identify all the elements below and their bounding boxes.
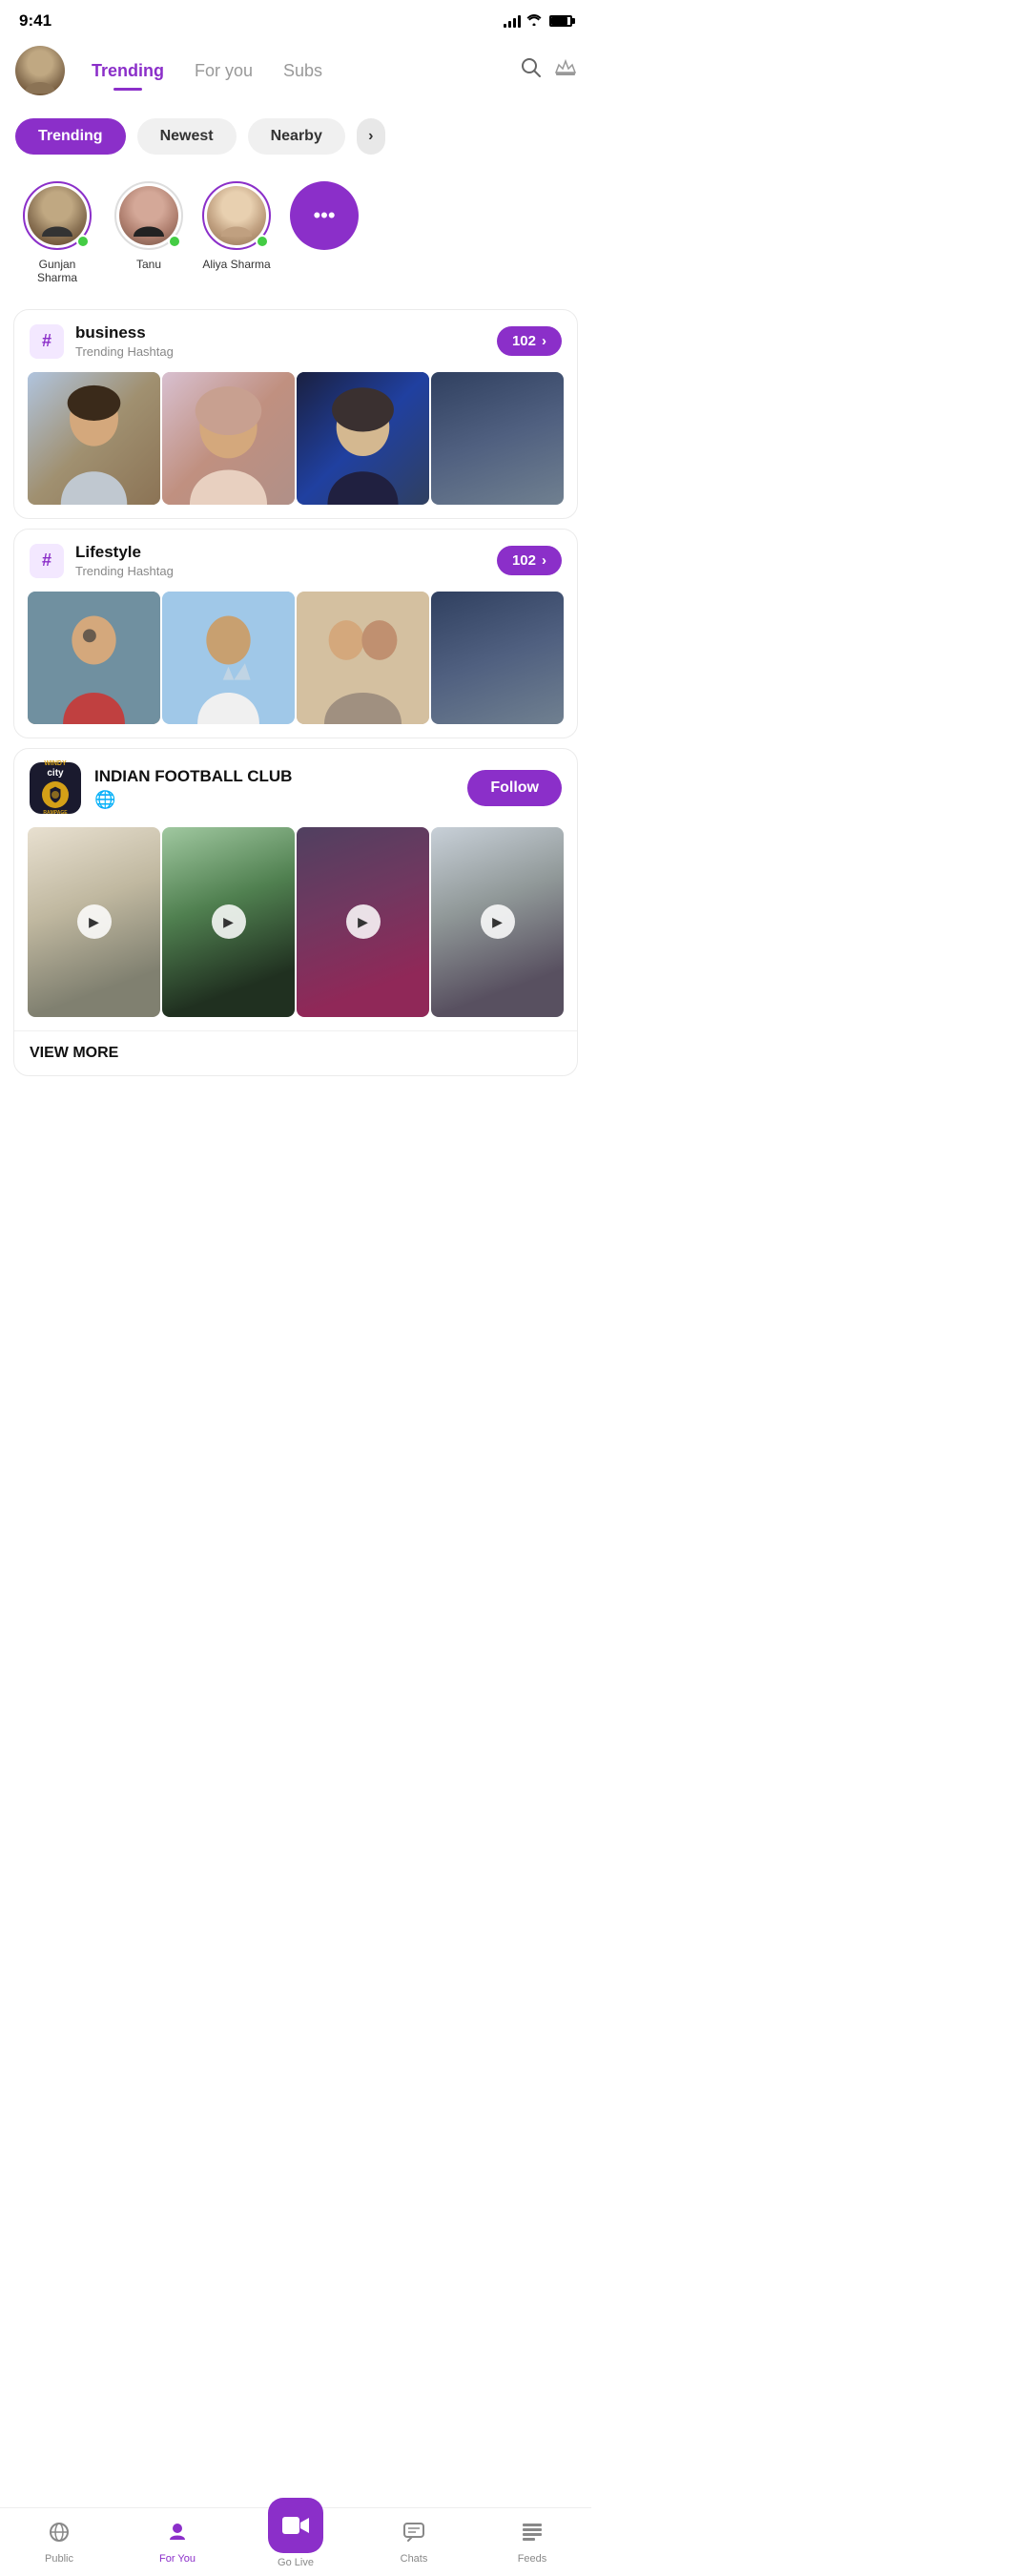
story-avatar-wrap-3 xyxy=(202,181,271,250)
status-bar: 9:41 xyxy=(0,0,591,38)
nav-feeds[interactable]: Feeds xyxy=(473,2513,591,2572)
hashtag-img-4[interactable] xyxy=(431,372,564,505)
view-more-row[interactable]: VIEW MORE xyxy=(14,1030,577,1075)
online-dot-3 xyxy=(256,235,269,248)
club-video-3[interactable]: ▶ xyxy=(297,827,429,1017)
club-card: WINDY city RAMPAGE INDIAN FOOTBALL CLUB … xyxy=(13,748,578,1076)
filter-row: Trending Newest Nearby › xyxy=(0,107,591,166)
story-name-2: Tanu xyxy=(136,258,161,271)
status-icons xyxy=(504,14,572,29)
avatar-image xyxy=(15,46,65,95)
hashtag-sub-business: Trending Hashtag xyxy=(75,344,485,359)
hashtag-images-business xyxy=(14,372,577,518)
bottom-nav: Public For You Go Live Cha xyxy=(0,2507,591,2576)
club-name: INDIAN FOOTBALL CLUB xyxy=(94,767,454,786)
hashtag-info-lifestyle: Lifestyle Trending Hashtag xyxy=(75,543,485,578)
story-more[interactable]: ••• xyxy=(290,181,359,258)
story-item[interactable]: Tanu xyxy=(114,181,183,271)
club-header: WINDY city RAMPAGE INDIAN FOOTBALL CLUB … xyxy=(14,749,577,827)
hashtag-images-lifestyle xyxy=(14,592,577,737)
logo-line3: RAMPAGE xyxy=(43,810,67,816)
filter-newest[interactable]: Newest xyxy=(137,118,237,155)
hashtag-count-btn-business[interactable]: 102 › xyxy=(497,326,562,356)
tab-trending[interactable]: Trending xyxy=(76,55,179,87)
story-more-btn[interactable]: ••• xyxy=(290,181,359,250)
hashtag-img-1[interactable] xyxy=(28,372,160,505)
club-video-2[interactable]: ▶ xyxy=(162,827,295,1017)
club-videos: ▶ ▶ ▶ ▶ xyxy=(14,827,577,1030)
hashtag-name-business: business xyxy=(75,323,485,343)
play-button-4[interactable]: ▶ xyxy=(481,904,515,939)
play-button-3[interactable]: ▶ xyxy=(346,904,381,939)
view-more-label: VIEW MORE xyxy=(30,1045,118,1061)
story-name-1: Gunjan Sharma xyxy=(19,258,95,284)
feeds-icon xyxy=(521,2521,544,2549)
user-avatar[interactable] xyxy=(15,46,65,95)
lifestyle-img-1[interactable] xyxy=(28,592,160,724)
club-logo: WINDY city RAMPAGE xyxy=(30,762,81,814)
club-info: INDIAN FOOTBALL CLUB 🌐 xyxy=(94,767,454,810)
play-button-2[interactable]: ▶ xyxy=(212,904,246,939)
filter-trending[interactable]: Trending xyxy=(15,118,126,155)
story-avatar-wrap-1 xyxy=(23,181,92,250)
public-icon xyxy=(48,2521,71,2549)
nav-for-you-label: For You xyxy=(159,2553,196,2565)
wifi-icon xyxy=(526,14,542,29)
hash-icon-business: # xyxy=(30,324,64,359)
nav-public[interactable]: Public xyxy=(0,2513,118,2572)
filter-more[interactable]: › xyxy=(357,118,385,155)
lifestyle-img-2[interactable] xyxy=(162,592,295,724)
status-time: 9:41 xyxy=(19,11,52,31)
logo-line1: WINDY xyxy=(44,760,66,768)
nav-feeds-label: Feeds xyxy=(518,2553,547,2565)
online-dot-1 xyxy=(76,235,90,248)
club-video-1[interactable]: ▶ xyxy=(28,827,160,1017)
battery-icon xyxy=(549,15,572,27)
hashtag-img-2[interactable] xyxy=(162,372,295,505)
chats-icon xyxy=(402,2521,425,2549)
search-icon[interactable] xyxy=(521,57,542,84)
nav-chats-label: Chats xyxy=(401,2553,428,2565)
hashtag-card-business: # business Trending Hashtag 102 › xyxy=(13,309,578,519)
nav-tabs: Trending For you Subs xyxy=(76,55,509,87)
hashtag-header-business: # business Trending Hashtag 102 › xyxy=(14,310,577,372)
story-item[interactable]: Gunjan Sharma xyxy=(19,181,95,284)
lifestyle-img-4[interactable] xyxy=(431,592,564,724)
club-globe: 🌐 xyxy=(94,790,454,810)
signal-icon xyxy=(504,14,521,28)
club-video-4[interactable]: ▶ xyxy=(431,827,564,1017)
logo-line2: city xyxy=(47,768,63,779)
hashtag-name-lifestyle: Lifestyle xyxy=(75,543,485,562)
go-live-button[interactable] xyxy=(268,2498,323,2553)
nav-go-live[interactable]: Go Live xyxy=(237,2517,355,2568)
tab-for-you[interactable]: For you xyxy=(179,55,268,87)
nav-chats[interactable]: Chats xyxy=(355,2513,473,2572)
crown-icon[interactable] xyxy=(555,59,576,82)
hash-icon-lifestyle: # xyxy=(30,544,64,578)
hashtag-count-btn-lifestyle[interactable]: 102 › xyxy=(497,546,562,575)
hashtag-card-lifestyle: # Lifestyle Trending Hashtag 102 › xyxy=(13,529,578,738)
online-dot-2 xyxy=(168,235,181,248)
header: Trending For you Subs xyxy=(0,38,591,107)
stories-row: Gunjan Sharma Tanu xyxy=(0,166,591,300)
header-actions xyxy=(521,57,576,84)
filter-nearby[interactable]: Nearby xyxy=(248,118,345,155)
lifestyle-img-3[interactable] xyxy=(297,592,429,724)
nav-for-you[interactable]: For You xyxy=(118,2513,237,2572)
hashtag-sub-lifestyle: Trending Hashtag xyxy=(75,564,485,578)
story-name-3: Aliya Sharma xyxy=(202,258,270,271)
logo-emblem xyxy=(42,781,69,808)
hashtag-info-business: business Trending Hashtag xyxy=(75,323,485,359)
story-avatar-wrap-2 xyxy=(114,181,183,250)
hashtag-img-3[interactable] xyxy=(297,372,429,505)
tab-subs[interactable]: Subs xyxy=(268,55,338,87)
follow-button[interactable]: Follow xyxy=(467,770,562,806)
story-item[interactable]: Aliya Sharma xyxy=(202,181,271,271)
play-button-1[interactable]: ▶ xyxy=(77,904,112,939)
nav-public-label: Public xyxy=(45,2553,73,2565)
for-you-icon xyxy=(166,2521,189,2549)
nav-go-live-label: Go Live xyxy=(278,2557,314,2568)
hashtag-header-lifestyle: # Lifestyle Trending Hashtag 102 › xyxy=(14,530,577,592)
